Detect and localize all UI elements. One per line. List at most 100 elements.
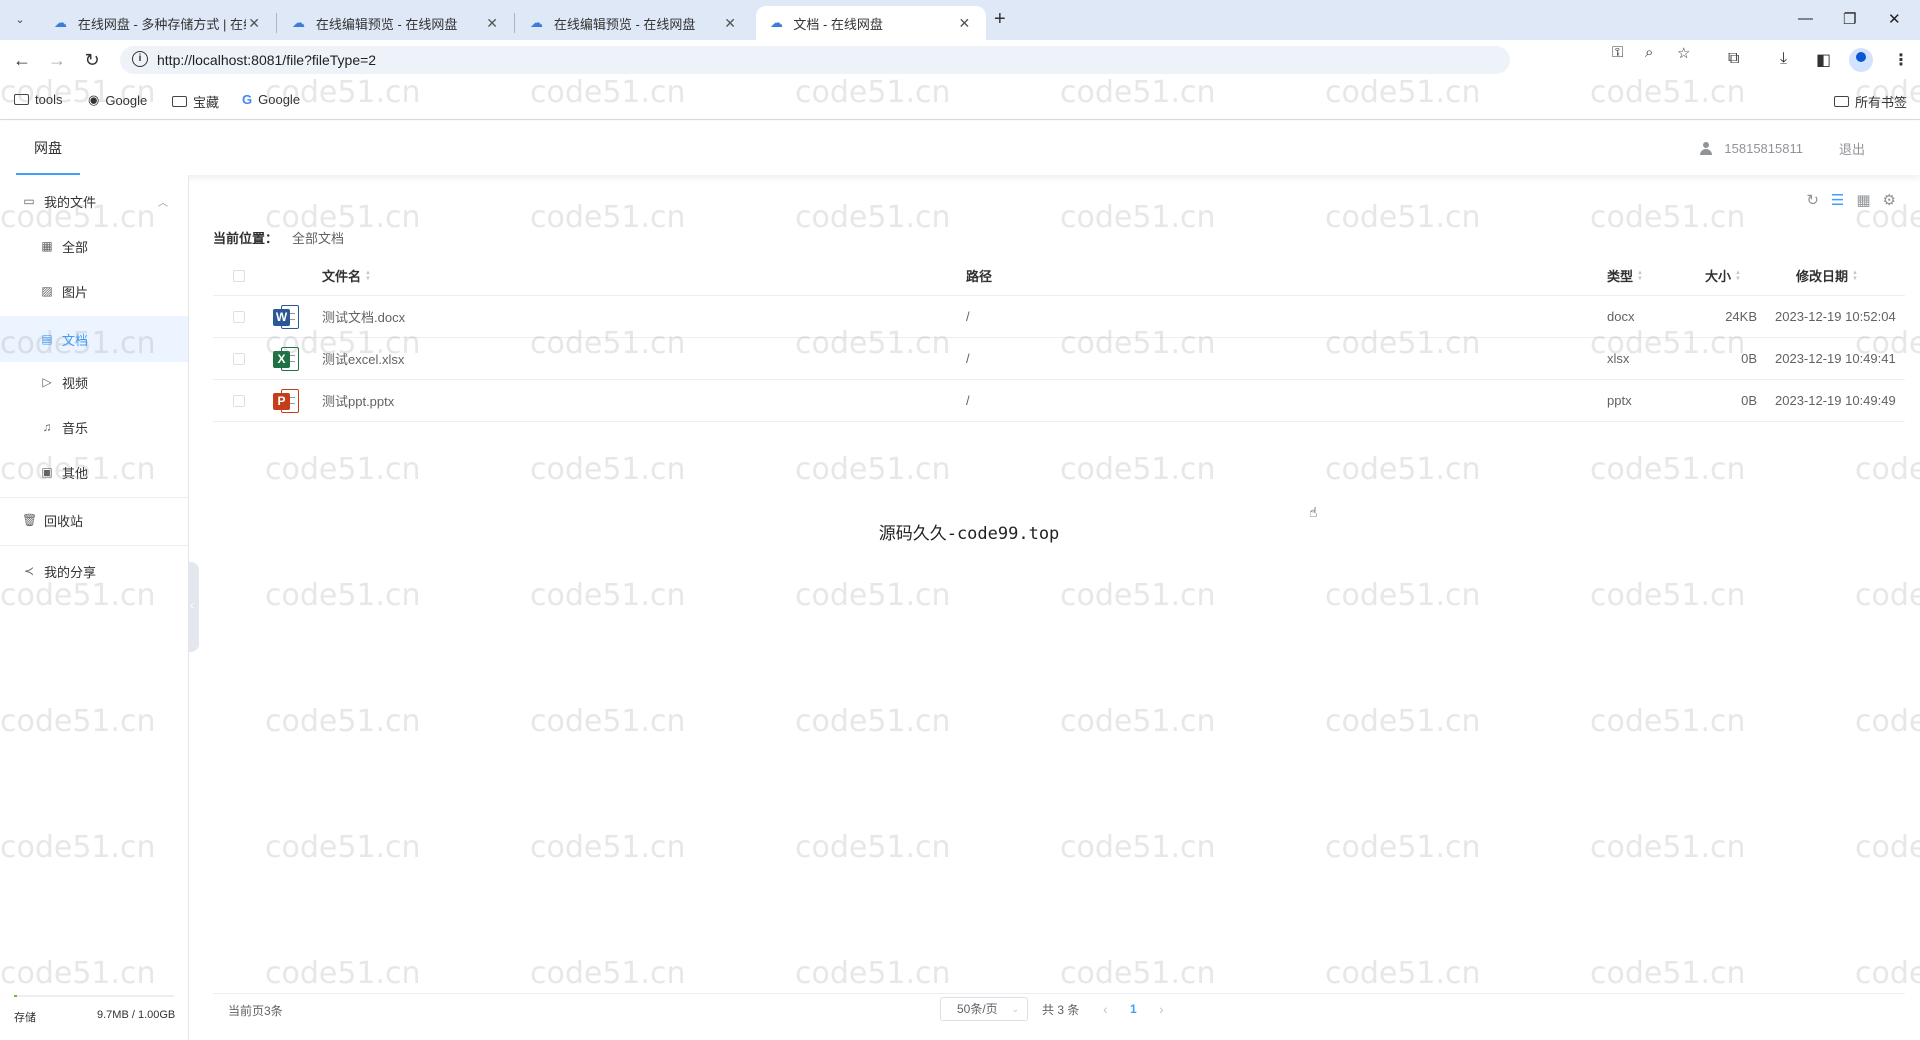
breadcrumb-item[interactable]: 全部文档 — [292, 228, 344, 247]
site-info-icon[interactable]: i — [132, 51, 148, 67]
browser-tab-3[interactable]: ☁ 在线编辑预览 - 在线网盘 ✕ — [516, 6, 752, 40]
side-panel-icon[interactable]: ◧ — [1816, 50, 1831, 70]
sidebar-item-images[interactable]: ▨ 图片 — [0, 271, 188, 311]
grid-icon: ▦ — [41, 239, 53, 253]
breadcrumb-label: 当前位置： — [213, 231, 279, 246]
tab-title: 在线编辑预览 - 在线网盘 — [315, 16, 458, 32]
download-icon[interactable]: ⤓ — [1780, 50, 1787, 68]
word-file-icon: W — [273, 296, 299, 337]
password-key-icon[interactable]: ⚿ — [1612, 44, 1623, 61]
refresh-icon[interactable]: ↻ — [1806, 191, 1819, 209]
select-all-checkbox[interactable] — [233, 256, 245, 295]
watermark-text: code51.cn — [265, 830, 421, 865]
column-type[interactable]: 类型 ▲ ▼ — [1607, 256, 1643, 295]
sidebar-item-documents[interactable]: ▤ 文档 — [0, 316, 188, 362]
browser-tab-active[interactable]: ☁ 文档 - 在线网盘 ✕ — [756, 6, 986, 40]
cloud-icon: ☁ — [770, 15, 783, 30]
column-date[interactable]: 修改日期 ▲ ▼ — [1796, 256, 1858, 295]
watermark-text: code51.cn — [530, 830, 686, 865]
table-row[interactable]: W 测试文档.docx / docx 24KB 2023-12-19 10:52… — [213, 296, 1905, 338]
file-path: / — [966, 393, 970, 408]
close-icon[interactable]: ✕ — [957, 15, 972, 32]
browser-menu-icon[interactable]: ⋮ — [1893, 50, 1909, 70]
watermark-text: code51.cn — [795, 830, 951, 865]
watermark-text: code51.cn — [1060, 830, 1216, 865]
bookmark-treasure[interactable]: 宝藏 — [172, 92, 219, 111]
restore-icon[interactable]: ❐ — [1843, 10, 1856, 28]
url-text[interactable]: http://localhost:8081/file?fileType=2 — [157, 52, 376, 68]
close-icon[interactable]: ✕ — [722, 15, 738, 32]
row-checkbox[interactable] — [233, 296, 245, 337]
minimize-icon[interactable]: — — [1798, 10, 1813, 27]
file-name[interactable]: 测试文档.docx — [322, 296, 405, 337]
sidebar-my-share[interactable]: ≺ 我的分享 — [0, 551, 188, 591]
back-arrow-icon[interactable]: ← — [10, 48, 34, 72]
forward-arrow-icon[interactable]: → — [45, 48, 69, 72]
bookmark-tools[interactable]: tools — [14, 92, 62, 107]
file-name[interactable]: 测试excel.xlsx — [322, 338, 404, 379]
file-name[interactable]: 测试ppt.pptx — [322, 380, 394, 421]
page-size-select[interactable]: 50条/页 ⌄ — [940, 997, 1028, 1021]
headphones-icon: ♫ — [42, 420, 52, 434]
column-label: 文件名 — [322, 269, 362, 284]
sort-caret-icon[interactable]: ▲ ▼ — [1852, 270, 1858, 282]
zoom-icon[interactable]: ⌕ — [1645, 44, 1653, 61]
user-phone[interactable]: 15815815811 — [1724, 141, 1803, 156]
sidebar-item-music[interactable]: ♫ 音乐 — [0, 407, 188, 447]
next-page-icon[interactable]: › — [1147, 1001, 1175, 1017]
address-bar[interactable]: i http://localhost:8081/file?fileType=2 — [120, 46, 1510, 74]
sort-caret-icon[interactable]: ▲ ▼ — [365, 270, 371, 282]
prev-page-icon[interactable]: ‹ — [1091, 1001, 1119, 1017]
sort-caret-icon[interactable]: ▲ ▼ — [1735, 270, 1741, 282]
sidebar-item-label: 我的分享 — [44, 564, 97, 580]
watermark-text: code51.cn — [1855, 956, 1920, 991]
all-bookmarks[interactable]: 所有书签 — [1834, 92, 1907, 111]
chevron-up-icon[interactable]: ︿ — [158, 194, 168, 209]
grid-view-icon[interactable]: ▦ — [1856, 191, 1870, 209]
watermark-text: code51.cn — [795, 704, 951, 739]
list-view-icon[interactable]: ☰ — [1831, 191, 1844, 209]
sidebar-collapse-handle[interactable] — [188, 562, 199, 652]
browser-tab-2[interactable]: ☁ 在线编辑预览 - 在线网盘 ✕ — [278, 6, 514, 40]
sidebar-item-other[interactable]: ▣ 其他 — [0, 452, 188, 492]
watermark-text: code51.cn — [1590, 704, 1746, 739]
settings-gear-icon[interactable]: ⚙ — [1883, 191, 1896, 209]
sidebar-my-files[interactable]: ▭ 我的文件 ︿ — [0, 181, 188, 221]
sidebar-item-label: 全部 — [62, 239, 89, 255]
column-name[interactable]: 文件名 ▲ ▼ — [322, 256, 371, 295]
row-checkbox[interactable] — [233, 338, 245, 379]
table-header: 文件名 ▲ ▼ 路径 类型 ▲ ▼ 大小 ▲ ▼ 修改日期 ▲ ▼ — [213, 256, 1905, 296]
storage-progress-bar — [14, 995, 174, 997]
column-size[interactable]: 大小 ▲ ▼ — [1705, 256, 1741, 295]
page-number[interactable]: 1 — [1119, 1002, 1147, 1016]
watermark-text: code51.cn — [1325, 704, 1481, 739]
new-tab-plus-icon[interactable]: + — [994, 8, 1006, 31]
reload-icon[interactable]: ↻ — [80, 48, 104, 72]
sidebar-item-videos[interactable]: ▷ 视频 — [0, 362, 188, 402]
close-window-icon[interactable]: ✕ — [1888, 10, 1901, 28]
watermark-text: code51.cn — [1060, 704, 1216, 739]
table-row[interactable]: X 测试excel.xlsx / xlsx 0B 2023-12-19 10:4… — [213, 338, 1905, 380]
sort-caret-icon[interactable]: ▲ ▼ — [1637, 270, 1643, 282]
profile-avatar[interactable] — [1849, 48, 1873, 72]
sidebar-item-all[interactable]: ▦ 全部 — [0, 226, 188, 266]
tab-search-chevron-icon[interactable]: ⌄ — [10, 10, 30, 30]
close-icon[interactable]: ✕ — [246, 15, 262, 32]
extensions-icon[interactable]: ⧉ — [1728, 50, 1739, 68]
pagination: 50条/页 ⌄ 共 3 条 ‹ 1 › — [940, 997, 1175, 1021]
logout-link[interactable]: 退出 — [1839, 139, 1865, 158]
nav-netdisk[interactable]: 网盘 — [16, 121, 80, 175]
bookmark-star-icon[interactable]: ☆ — [1677, 44, 1690, 62]
bookmark-google-2[interactable]: G Google — [242, 92, 300, 107]
browser-tab-1[interactable]: ☁ 在线网盘 - 多种存储方式 | 在线 ✕ — [40, 6, 276, 40]
image-icon: ▨ — [41, 284, 53, 298]
globe-icon: ◉ — [88, 92, 100, 107]
close-icon[interactable]: ✕ — [484, 15, 500, 32]
sidebar-item-label: 音乐 — [62, 420, 89, 436]
file-type: pptx — [1607, 393, 1632, 408]
watermark-text: code51.cn — [1590, 452, 1746, 487]
bookmark-google-1[interactable]: ◉ Google — [88, 92, 147, 108]
row-checkbox[interactable] — [233, 380, 245, 421]
table-row[interactable]: P 测试ppt.pptx / pptx 0B 2023-12-19 10:49:… — [213, 380, 1905, 422]
watermark-text: code51.cn — [1855, 830, 1920, 865]
